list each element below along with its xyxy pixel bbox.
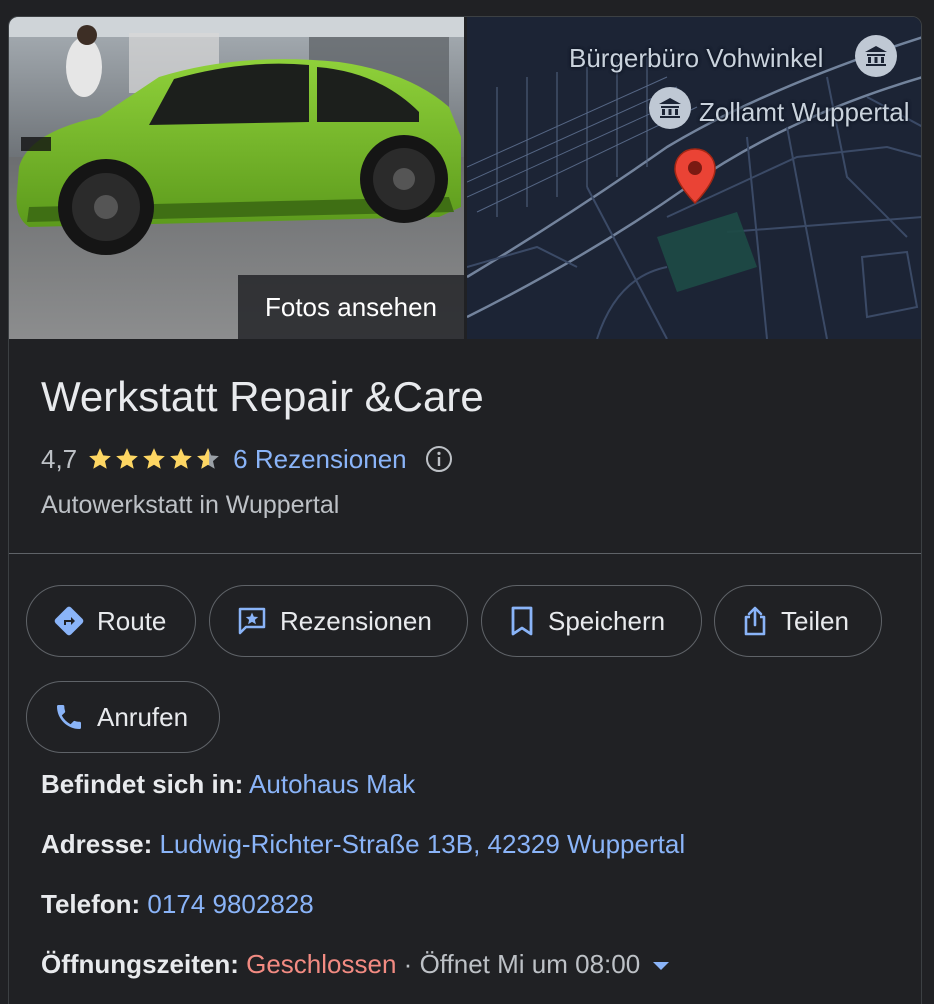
hours-separator: · [403,949,413,979]
business-category: Autowerkstatt in Wuppertal [41,491,340,519]
address-link[interactable]: Ludwig-Richter-Straße 13B, 42329 Wuppert… [160,829,686,859]
reviews-label: Rezensionen [280,605,432,636]
share-icon [744,606,766,636]
map-label-zollamt: Zollamt Wuppertal [699,97,910,127]
hours-next-open: Öffnet Mi um 08:00 [419,949,641,979]
call-label: Anrufen [97,701,189,732]
rating-stars [87,446,221,472]
hours-row: Öffnungszeiten: Geschlossen · Öffnet Mi … [41,949,670,980]
star-icon [143,448,165,469]
route-label: Route [97,605,167,636]
share-button[interactable]: Teilen [714,585,882,657]
museum-icon [855,35,897,77]
rating-value: 4,7 [41,443,78,474]
map-thumbnail[interactable]: Bürgerbüro Vohwinkel Zollamt Wuppertal [467,17,921,339]
phone-label: Telefon: [41,889,141,919]
address-label: Adresse: [41,829,153,859]
rating-row: 4,7 6 Rezensionen [41,441,453,477]
save-label: Speichern [548,605,666,636]
located-in-row: Befindet sich in: Autohaus Mak [41,769,415,800]
star-icon [116,448,138,469]
located-in-link[interactable]: Autohaus Mak [249,769,415,799]
museum-icon [649,87,691,129]
bookmark-icon [511,606,533,636]
hours-label: Öffnungszeiten: [41,949,239,979]
divider [9,553,921,554]
share-label: Teilen [781,605,849,636]
star-icon [89,448,111,469]
route-icon [54,606,84,636]
map-pin-icon [674,148,716,205]
located-in-label: Befindet sich in: [41,769,244,799]
business-name: Werkstatt Repair &Care [41,373,484,420]
view-photos-button[interactable]: Fotos ansehen [238,275,464,339]
business-photo[interactable]: Fotos ansehen [9,17,464,339]
phone-icon [57,705,81,729]
half-star-icon [197,448,219,469]
reviews-link[interactable]: 6 Rezensionen [233,444,406,475]
knowledge-panel: Fotos ansehen Bürgerbüro Vohwinkel Zolla… [8,16,922,1004]
address-row: Adresse: Ludwig-Richter-Straße 13B, 4232… [41,829,685,860]
route-button[interactable]: Route [26,585,196,657]
star-icon [170,448,192,469]
reviews-button[interactable]: Rezensionen [209,585,468,657]
chevron-down-icon[interactable] [653,962,670,971]
header-media: Fotos ansehen Bürgerbüro Vohwinkel Zolla… [9,17,921,339]
phone-link[interactable]: 0174 9802828 [147,889,313,919]
call-button[interactable]: Anrufen [26,681,220,753]
save-button[interactable]: Speichern [481,585,702,657]
phone-row: Telefon: 0174 9802828 [41,889,314,920]
hours-status: Geschlossen [246,949,397,979]
info-icon[interactable] [425,445,453,473]
map-label-buergerbuero: Bürgerbüro Vohwinkel [569,43,824,73]
review-icon [238,607,266,635]
